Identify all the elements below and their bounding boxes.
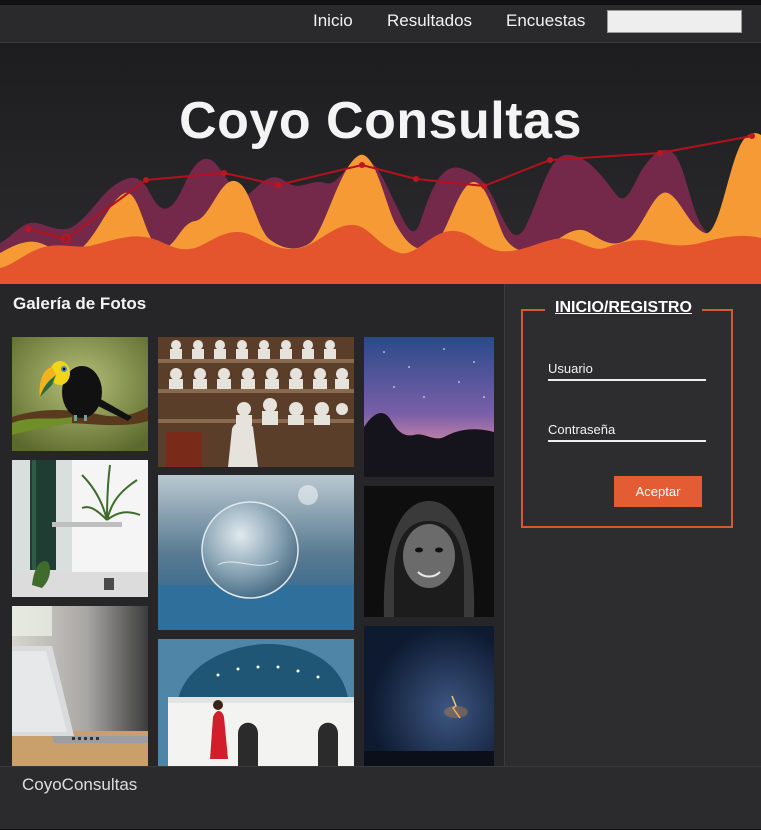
username-label: Usuario bbox=[548, 361, 593, 376]
frozen-bubble-photo[interactable] bbox=[158, 475, 354, 630]
hero-waves-graphic bbox=[0, 133, 761, 284]
hero-banner: Coyo Consultas bbox=[0, 43, 761, 284]
busts-shelf-photo[interactable] bbox=[158, 337, 354, 467]
laptop-desk-photo[interactable] bbox=[12, 606, 148, 766]
nav-link-encuestas[interactable]: Encuestas bbox=[506, 11, 585, 31]
page-title: Coyo Consultas bbox=[179, 92, 582, 150]
gallery-title: Galería de Fotos bbox=[13, 294, 147, 313]
login-form: INICIO/REGISTRO Usuario Contraseña Acept… bbox=[521, 299, 733, 528]
footer-brand: CoyoConsultas bbox=[22, 775, 138, 794]
navbar: Inicio Resultados Encuestas bbox=[0, 5, 761, 43]
nav-link-inicio[interactable]: Inicio bbox=[313, 11, 353, 31]
search-input[interactable] bbox=[607, 10, 742, 33]
hooded-man-portrait-photo[interactable] bbox=[364, 486, 494, 617]
username-field[interactable] bbox=[548, 379, 706, 381]
starry-rocks-photo[interactable] bbox=[364, 337, 494, 477]
photo-gallery: Galería de Fotos bbox=[0, 284, 504, 766]
greek-dome-photo[interactable] bbox=[158, 639, 354, 766]
plant-interior-photo[interactable] bbox=[12, 460, 148, 597]
toucan-photo[interactable] bbox=[12, 337, 148, 451]
password-label: Contraseña bbox=[548, 422, 616, 437]
lightning-night-photo[interactable] bbox=[364, 626, 494, 766]
accept-button[interactable]: Aceptar bbox=[614, 476, 702, 507]
nav-link-resultados[interactable]: Resultados bbox=[387, 11, 472, 31]
login-legend: INICIO/REGISTRO bbox=[545, 299, 702, 317]
login-panel: INICIO/REGISTRO Usuario Contraseña Acept… bbox=[504, 284, 761, 766]
password-field[interactable] bbox=[548, 440, 706, 442]
footer: CoyoConsultas bbox=[0, 766, 761, 830]
